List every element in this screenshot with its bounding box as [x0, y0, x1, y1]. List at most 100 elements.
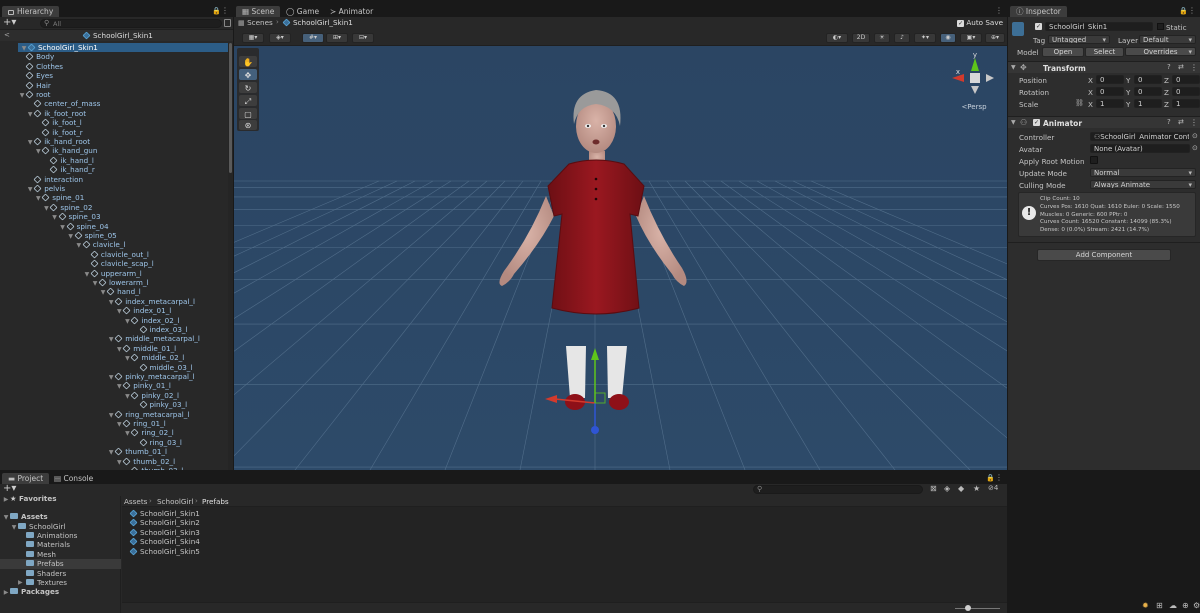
- hierarchy-item[interactable]: ▼ spine_05: [0, 231, 228, 240]
- project-lock-icon[interactable]: 🔒: [986, 474, 995, 482]
- draw-mode-button[interactable]: ▦▾: [242, 33, 264, 43]
- audio-icon[interactable]: ♪: [894, 33, 910, 43]
- hierarchy-item[interactable]: center_of_mass: [0, 99, 228, 108]
- subfolder-animations[interactable]: Animations: [0, 531, 121, 540]
- hierarchy-item[interactable]: ik_hand_r: [0, 165, 228, 174]
- hierarchy-item[interactable]: ▼ spine_04: [0, 222, 228, 231]
- prefab-asset-item[interactable]: SchoolGirl_Skin4: [129, 537, 200, 546]
- zoom-slider-track[interactable]: [955, 608, 1000, 609]
- assets-row[interactable]: ▼ Assets: [2, 512, 48, 521]
- collapse-arrow-icon[interactable]: ▼: [1011, 119, 1016, 126]
- hierarchy-item[interactable]: ▼ pinky_metacarpal_l: [0, 372, 228, 381]
- project-search-input[interactable]: ⚲: [753, 485, 923, 494]
- lighting-status-icon[interactable]: ✹: [1142, 601, 1149, 610]
- collab-icon[interactable]: ⊞: [1156, 601, 1163, 610]
- tab-scene[interactable]: ▦ Scene: [236, 6, 281, 17]
- hierarchy-item[interactable]: ik_hand_l: [0, 156, 228, 165]
- lighting-icon[interactable]: ☀: [874, 33, 890, 43]
- position-y-field[interactable]: 0: [1134, 75, 1162, 84]
- tab-inspector[interactable]: ⓘ Inspector: [1010, 6, 1067, 17]
- hierarchy-item[interactable]: ▼ pinky_02_l: [0, 391, 228, 400]
- active-checkbox[interactable]: ✓: [1035, 23, 1042, 30]
- object-picker-icon[interactable]: ⊙: [1192, 144, 1198, 152]
- hierarchy-item[interactable]: ▼ spine_01: [0, 193, 228, 202]
- snap-increment-button[interactable]: ⊞▾: [326, 33, 348, 43]
- project-kebab-icon[interactable]: ⋮: [995, 473, 1003, 482]
- hierarchy-item[interactable]: ▼ ring_01_l: [0, 419, 228, 428]
- hidden-objects-icon[interactable]: ◉: [940, 33, 956, 43]
- hierarchy-item[interactable]: index_03_l: [0, 325, 228, 334]
- inspector-kebab-icon[interactable]: ⋮: [1188, 6, 1196, 15]
- transform-header[interactable]: ▼ ✥ Transform ? ⇄ ⋮: [1008, 61, 1200, 73]
- prefab-asset-item[interactable]: SchoolGirl_Skin1: [129, 509, 200, 518]
- static-checkbox[interactable]: [1157, 23, 1164, 30]
- controller-field[interactable]: ⚇SchoolGirl_Animator Cont: [1090, 132, 1190, 141]
- prefab-asset-item[interactable]: SchoolGirl_Skin2: [129, 518, 200, 527]
- gizmos-button[interactable]: ⊕▾: [985, 33, 1005, 43]
- rotation-y-field[interactable]: 0: [1134, 87, 1162, 96]
- prefab-asset-item[interactable]: SchoolGirl_Skin3: [129, 528, 200, 537]
- hierarchy-item[interactable]: ▼ spine_03: [0, 212, 228, 221]
- hierarchy-item[interactable]: ▼ ik_foot_root: [0, 109, 228, 118]
- align-button[interactable]: ⊟▾: [352, 33, 374, 43]
- hierarchy-item[interactable]: ▼ index_01_l: [0, 306, 228, 315]
- search-by-type-icon[interactable]: ⊠: [930, 484, 937, 493]
- hierarchy-item[interactable]: ▼ upperarm_l: [0, 269, 228, 278]
- hierarchy-item[interactable]: ▼ index_metacarpal_l: [0, 297, 228, 306]
- position-z-field[interactable]: 0: [1172, 75, 1200, 84]
- tab-hierarchy[interactable]: Hierarchy: [2, 6, 60, 17]
- tab-game[interactable]: ◯ Game: [280, 6, 325, 17]
- component-kebab-icon[interactable]: ⋮: [1190, 63, 1198, 72]
- component-kebab-icon[interactable]: ⋮: [1190, 118, 1198, 127]
- hidden-packages-toggle[interactable]: ⊘4: [988, 484, 998, 492]
- hierarchy-item[interactable]: ▼ ring_metacarpal_l: [0, 410, 228, 419]
- preset-icon[interactable]: ⇄: [1178, 118, 1184, 126]
- hierarchy-item[interactable]: ▼ middle_01_l: [0, 344, 228, 353]
- hierarchy-item[interactable]: ik_foot_l: [0, 118, 228, 127]
- apply-root-motion-checkbox[interactable]: [1090, 156, 1098, 164]
- prefab-asset-item[interactable]: SchoolGirl_Skin5: [129, 547, 200, 556]
- preset-icon[interactable]: ⇄: [1178, 63, 1184, 71]
- object-picker-icon[interactable]: ⊙: [1192, 132, 1198, 140]
- camera-settings-button[interactable]: ▣▾: [960, 33, 982, 43]
- schoolgirl-folder-row[interactable]: ▼ SchoolGirl: [10, 522, 66, 531]
- select-button[interactable]: Select: [1085, 47, 1124, 57]
- breadcrumb-schoolgirl[interactable]: SchoolGirl: [157, 497, 193, 506]
- update-mode-dropdown[interactable]: Normal ▾: [1090, 168, 1196, 177]
- hierarchy-item[interactable]: ▼ pelvis: [0, 184, 228, 193]
- collapsed-arrow-icon[interactable]: ▶: [2, 495, 10, 504]
- settings-icon[interactable]: ⚙: [1193, 601, 1200, 610]
- animator-header[interactable]: ▼ ⚇ ✓ Animator ? ⇄ ⋮: [1008, 116, 1200, 128]
- hierarchy-item[interactable]: ▼ middle_metacarpal_l: [0, 334, 228, 343]
- scene-header-row[interactable]: < SchoolGirl_Skin1: [0, 30, 233, 41]
- scene-viewport[interactable]: ✋ ✥ ↻ ⤢ ▢ ⊛ y x <Persp: [234, 46, 1007, 470]
- account-icon[interactable]: ⊕: [1182, 601, 1189, 610]
- hierarchy-item[interactable]: ▼ root: [0, 90, 228, 99]
- hierarchy-item[interactable]: Clothes: [0, 62, 228, 71]
- scene-breadcrumb-item[interactable]: SchoolGirl_Skin1: [282, 18, 353, 27]
- culling-mode-dropdown[interactable]: Always Animate ▾: [1090, 180, 1196, 189]
- cloud-icon[interactable]: ☁: [1169, 601, 1177, 610]
- collapse-arrow-icon[interactable]: ▼: [1011, 64, 1016, 71]
- scale-x-field[interactable]: 1: [1096, 99, 1124, 108]
- hierarchy-item[interactable]: thumb_03_l: [0, 466, 228, 470]
- zoom-slider-handle[interactable]: [965, 605, 971, 611]
- scale-y-field[interactable]: 1: [1134, 99, 1162, 108]
- grid-snap-button[interactable]: #▾: [302, 33, 324, 43]
- back-arrow-icon[interactable]: <: [4, 31, 10, 39]
- effects-button[interactable]: ✦▾: [914, 33, 936, 43]
- hierarchy-item[interactable]: ▼ index_02_l: [0, 316, 228, 325]
- tab-console[interactable]: ▤ Console: [48, 473, 99, 484]
- hierarchy-item[interactable]: ▼ ring_02_l: [0, 428, 228, 437]
- add-component-button[interactable]: Add Component: [1037, 249, 1171, 261]
- hierarchy-item[interactable]: Hair: [0, 81, 228, 90]
- subfolder-materials[interactable]: Materials: [0, 540, 121, 549]
- hierarchy-item[interactable]: ▼ SchoolGirl_Skin1: [18, 43, 228, 53]
- avatar-field[interactable]: None (Avatar): [1090, 144, 1190, 153]
- hierarchy-item[interactable]: ▼ ik_hand_gun: [0, 146, 228, 155]
- render-mode-button[interactable]: ◈▾: [269, 33, 291, 43]
- help-icon[interactable]: ?: [1167, 118, 1171, 126]
- rotation-z-field[interactable]: 0: [1172, 87, 1200, 96]
- scenes-breadcrumb[interactable]: ▦ Scenes: [238, 18, 273, 27]
- hierarchy-item[interactable]: Eyes: [0, 71, 228, 80]
